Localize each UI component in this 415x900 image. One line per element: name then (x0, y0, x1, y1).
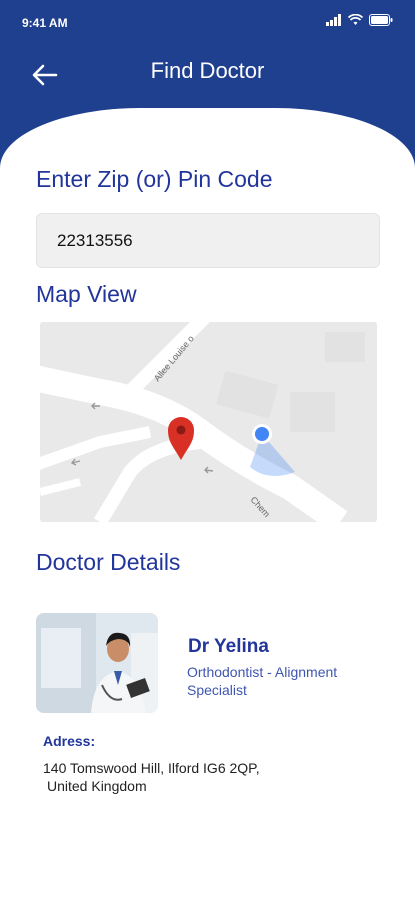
doctor-name: Dr Yelina (188, 636, 269, 657)
status-time: 9:41 AM (22, 16, 68, 30)
signal-icon (326, 14, 341, 26)
map-view[interactable]: Allee Louise o Chem (40, 322, 377, 522)
address-text: 140 Tomswood Hill, Ilford IG6 2QP, Unite… (43, 759, 303, 795)
page-title: Find Doctor (150, 58, 265, 83)
zip-input[interactable] (36, 213, 380, 268)
doctor-specialty: Orthodontist - Alignment Specialist (187, 664, 338, 698)
address-line-1: 140 Tomswood Hill, Ilford IG6 2QP, (43, 760, 260, 776)
header: Find Doctor (0, 44, 415, 104)
doctor-photo[interactable] (36, 613, 158, 713)
doctor-avatar (36, 613, 158, 713)
battery-icon (369, 14, 393, 26)
wifi-icon (348, 14, 363, 25)
status-bar: 9:41 AM (0, 0, 415, 44)
address-line-2: United Kingdom (47, 778, 147, 794)
map-canvas: Allee Louise o Chem (40, 322, 377, 522)
zip-label: Enter Zip (or) Pin Code (36, 166, 273, 192)
map-label: Map View (36, 281, 137, 307)
doctor-details-label: Doctor Details (36, 549, 181, 575)
address-label: Adress: (43, 733, 96, 749)
